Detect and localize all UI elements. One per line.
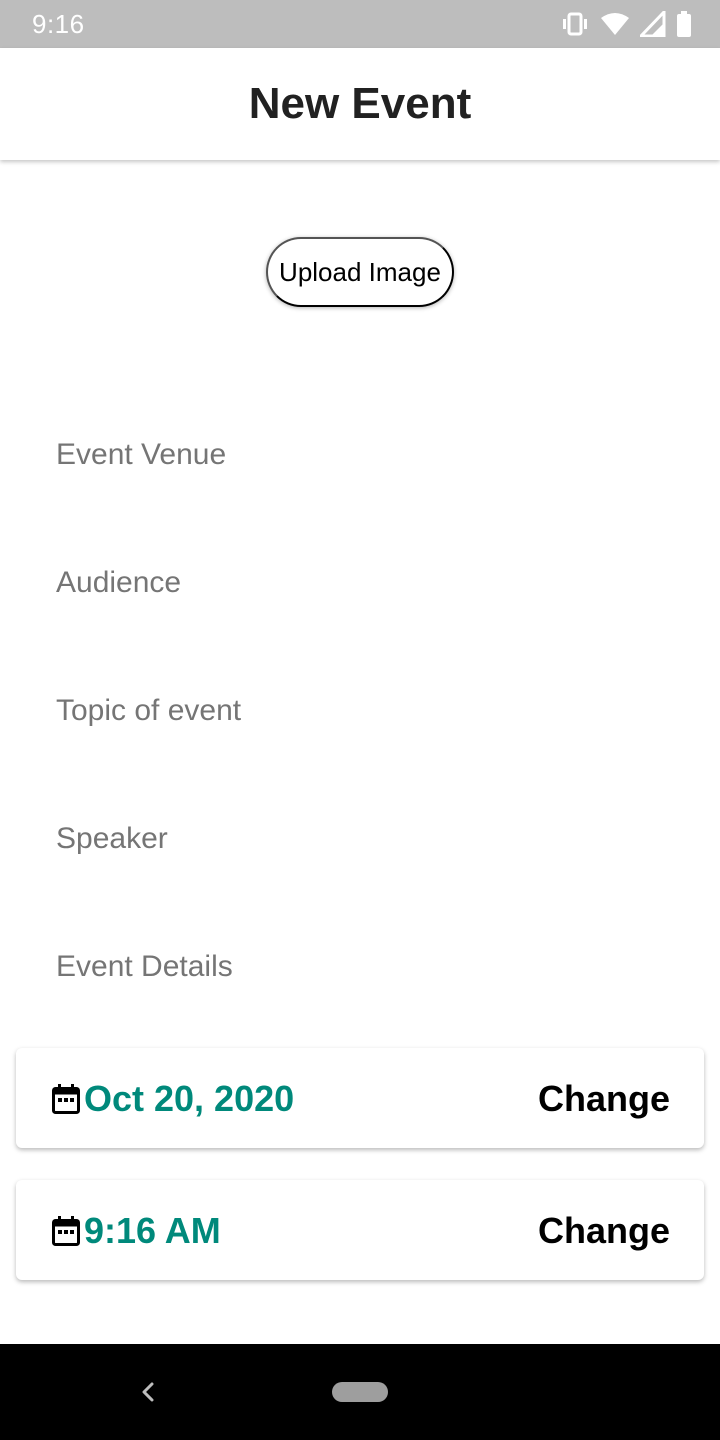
change-time-button[interactable]: Change: [538, 1210, 670, 1252]
time-card: 9:16 AM Change: [16, 1180, 704, 1280]
back-chevron-icon[interactable]: [136, 1376, 158, 1413]
status-bar: 9:16: [0, 0, 720, 48]
audience-input[interactable]: [56, 558, 664, 608]
change-date-button[interactable]: Change: [538, 1078, 670, 1120]
status-time: 9:16: [32, 9, 85, 39]
app-bar: New Event: [0, 48, 720, 160]
topic-field: [56, 686, 664, 736]
event-details-field: [56, 942, 664, 992]
calendar-icon: [52, 1216, 80, 1246]
wifi-icon: [600, 12, 630, 36]
event-details-input[interactable]: [56, 942, 664, 992]
selected-time: 9:16 AM: [84, 1210, 221, 1251]
home-pill-icon[interactable]: [332, 1382, 388, 1402]
selected-date: Oct 20, 2020: [84, 1078, 295, 1119]
calendar-icon: [52, 1084, 80, 1114]
status-icons: [560, 10, 692, 38]
speaker-input[interactable]: [56, 814, 664, 864]
speaker-field: [56, 814, 664, 864]
upload-image-button[interactable]: Upload Image: [266, 237, 454, 307]
audience-field: [56, 558, 664, 608]
event-venue-input[interactable]: [56, 430, 664, 480]
new-event-screen: 9:16 New Event Upload Image Event Venue …: [0, 0, 720, 1440]
battery-icon: [676, 11, 692, 37]
page-title: New Event: [248, 79, 472, 128]
date-card: Oct 20, 2020 Change: [16, 1048, 704, 1148]
topic-input[interactable]: [56, 686, 664, 736]
cell-signal-icon: [640, 11, 666, 37]
vibrate-icon: [560, 12, 590, 36]
event-venue-field: [56, 430, 664, 480]
